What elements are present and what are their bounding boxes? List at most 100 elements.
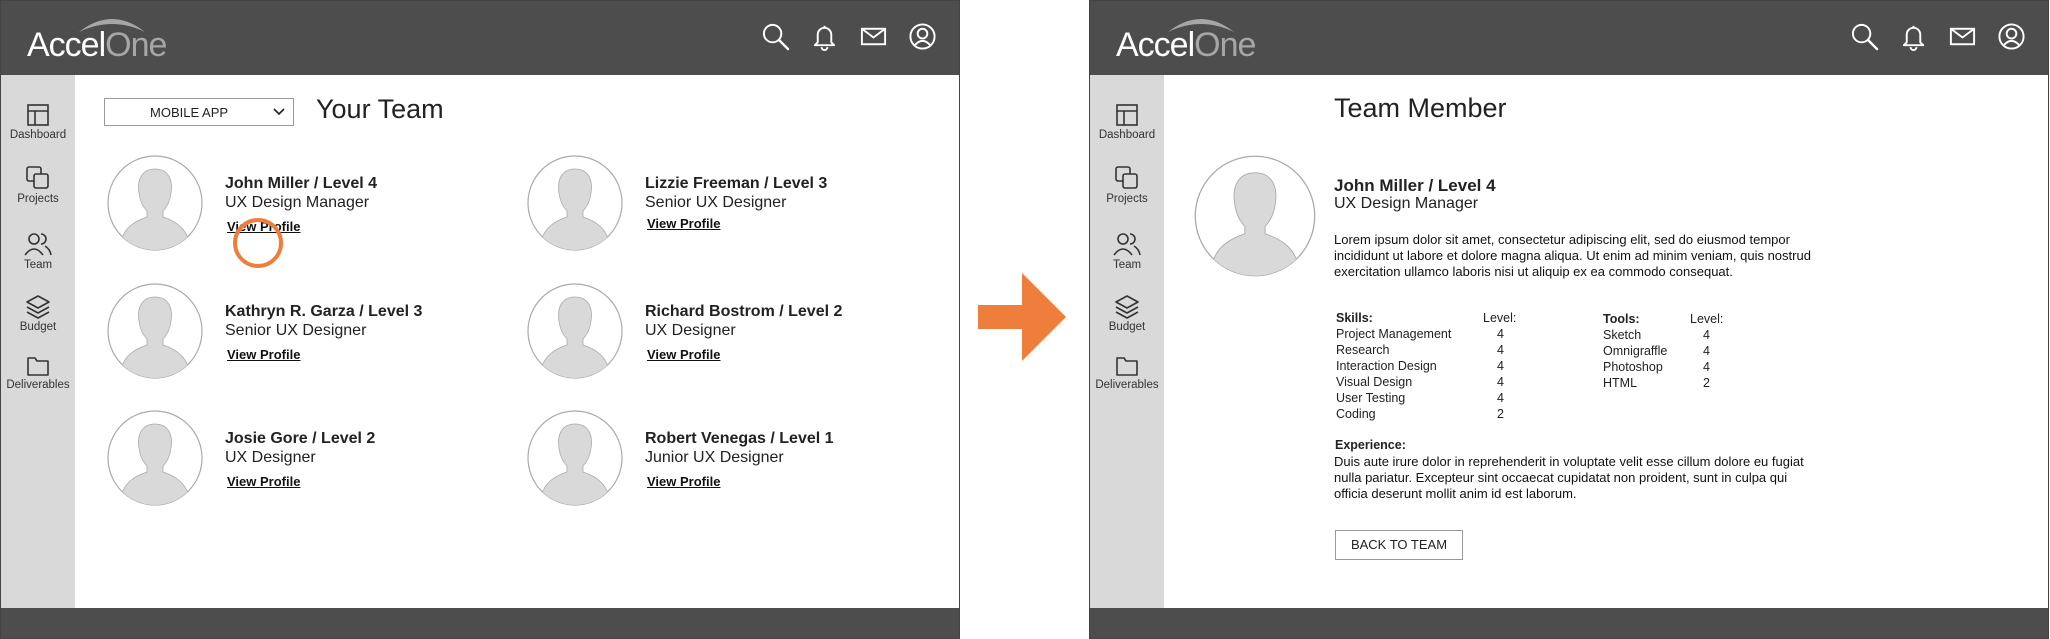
sidebar-item-label: Deliverables [6,379,70,391]
team-member-card: Kathryn R. Garza / Level 3 Senior UX Des… [107,283,487,383]
logo-text: AccelOne [27,26,167,64]
page-title: Your Team [316,94,444,124]
sidebar: Dashboard Projects Team Budget Deliverab… [1,75,75,608]
avatar-icon [527,410,623,506]
sidebar: Dashboard Projects Team Budget Deliverab… [1090,75,1164,608]
bell-icon[interactable] [1899,22,1928,51]
skills-header: Skills: [1336,311,1373,325]
footer-bar [1090,608,2048,638]
sidebar-item-projects[interactable]: Projects [1,165,75,205]
search-icon[interactable] [1850,22,1879,51]
sidebar-item-deliverables[interactable]: Deliverables [1090,355,1164,391]
sidebar-item-label: Dashboard [9,129,67,141]
sidebar-item-dashboard[interactable]: Dashboard [1,103,75,141]
skill-name: Visual Design [1336,375,1413,389]
search-icon[interactable] [761,22,790,51]
sidebar-item-budget[interactable]: Budget [1090,293,1164,333]
logo[interactable]: AccelOne [27,19,197,65]
skill-level: 4 [1497,327,1504,341]
team-member-card: Josie Gore / Level 2 UX Designer View Pr… [107,410,487,510]
projects-icon [26,166,49,189]
view-profile-link[interactable]: View Profile [227,474,300,489]
experience-text: Duis aute irure dolor in reprehenderit i… [1334,454,1804,501]
top-icons [1850,22,2026,51]
skill-level: 4 [1497,375,1504,389]
tool-name: Omnigraffle [1603,344,1668,358]
team-icon [1113,233,1141,256]
avatar-icon [527,283,623,379]
team-member-card: Robert Venegas / Level 1 Junior UX Desig… [527,410,907,510]
tool-name: Sketch [1603,328,1642,342]
project-select-value: MOBILE APP [150,105,229,120]
sidebar-item-team[interactable]: Team [1090,231,1164,271]
member-role: Senior UX Designer [645,194,787,211]
skill-name: Project Management [1336,327,1452,341]
skill-name: Coding [1336,407,1376,421]
user-icon[interactable] [1997,22,2026,51]
top-bar: AccelOne [1,1,959,75]
tool-level: 4 [1703,328,1710,342]
tool-level: 2 [1703,376,1710,390]
project-select[interactable]: MOBILE APP [104,98,294,126]
member-name: Richard Bostrom / Level 2 [645,303,843,320]
sidebar-item-label: Projects [1106,193,1148,205]
flow-arrow-icon [978,273,1066,361]
member-name: Kathryn R. Garza / Level 3 [225,303,423,320]
tool-name: Photoshop [1603,360,1663,374]
bell-icon[interactable] [810,22,839,51]
skill-level: 4 [1497,343,1504,357]
member-role: Junior UX Designer [645,449,784,466]
sidebar-item-budget[interactable]: Budget [1,293,75,333]
tool-name: HTML [1603,376,1638,390]
skill-name: User Testing [1336,391,1406,405]
sidebar-item-deliverables[interactable]: Deliverables [1,355,75,391]
skill-level: 4 [1497,391,1504,405]
member-role: UX Designer [225,449,316,466]
skill-name: Interaction Design [1336,359,1437,373]
logo[interactable]: AccelOne [1116,19,1286,65]
sidebar-item-label: Budget [19,321,57,333]
team-member-card: Richard Bostrom / Level 2 UX Designer Vi… [527,283,907,383]
mail-icon[interactable] [1948,22,1977,51]
view-profile-link[interactable]: View Profile [647,347,720,362]
member-role: Senior UX Designer [225,322,367,339]
view-profile-link[interactable]: View Profile [227,219,300,234]
sidebar-item-team[interactable]: Team [1,231,75,271]
mail-icon[interactable] [859,22,888,51]
member-screen: AccelOne Dashboard Projects Team Budget [1089,0,2049,639]
member-role: UX Design Manager [1334,195,1479,212]
sidebar-item-dashboard[interactable]: Dashboard [1090,103,1164,141]
avatar-icon [527,155,623,251]
logo-text: AccelOne [1116,26,1256,64]
sidebar-item-label: Budget [1108,321,1146,333]
member-name: John Miller / Level 4 [1334,176,1496,195]
member-role: UX Designer [645,322,736,339]
member-bio: Lorem ipsum dolor sit amet, consectetur … [1334,232,1811,279]
skill-name: Research [1336,343,1390,357]
avatar-icon [107,283,203,379]
footer-bar [1,608,959,638]
user-icon[interactable] [908,22,937,51]
folder-icon [27,357,49,376]
chevron-down-icon [273,108,285,116]
sidebar-item-projects[interactable]: Projects [1090,165,1164,205]
sidebar-item-label: Deliverables [1095,379,1159,391]
view-profile-link[interactable]: View Profile [227,347,300,362]
main-content: MOBILE APP Your Team John Miller / Level… [75,75,959,608]
back-to-team-button[interactable]: BACK TO TEAM [1335,530,1463,560]
sidebar-item-label: Team [23,259,53,271]
team-member-card: John Miller / Level 4 UX Design Manager … [107,155,487,255]
view-profile-link[interactable]: View Profile [647,216,720,231]
folder-icon [1116,357,1138,376]
tools-header: Tools: [1603,312,1640,326]
dashboard-icon [1116,104,1138,126]
member-name: John Miller / Level 4 [225,175,378,192]
member-name: Robert Venegas / Level 1 [645,430,834,447]
avatar-icon [107,155,203,251]
experience-header: Experience: [1335,438,1406,452]
projects-icon [1115,166,1138,189]
view-profile-link[interactable]: View Profile [647,474,720,489]
member-role: UX Design Manager [225,194,370,211]
page-title: Team Member [1334,93,1507,123]
sidebar-item-label: Dashboard [1098,129,1156,141]
